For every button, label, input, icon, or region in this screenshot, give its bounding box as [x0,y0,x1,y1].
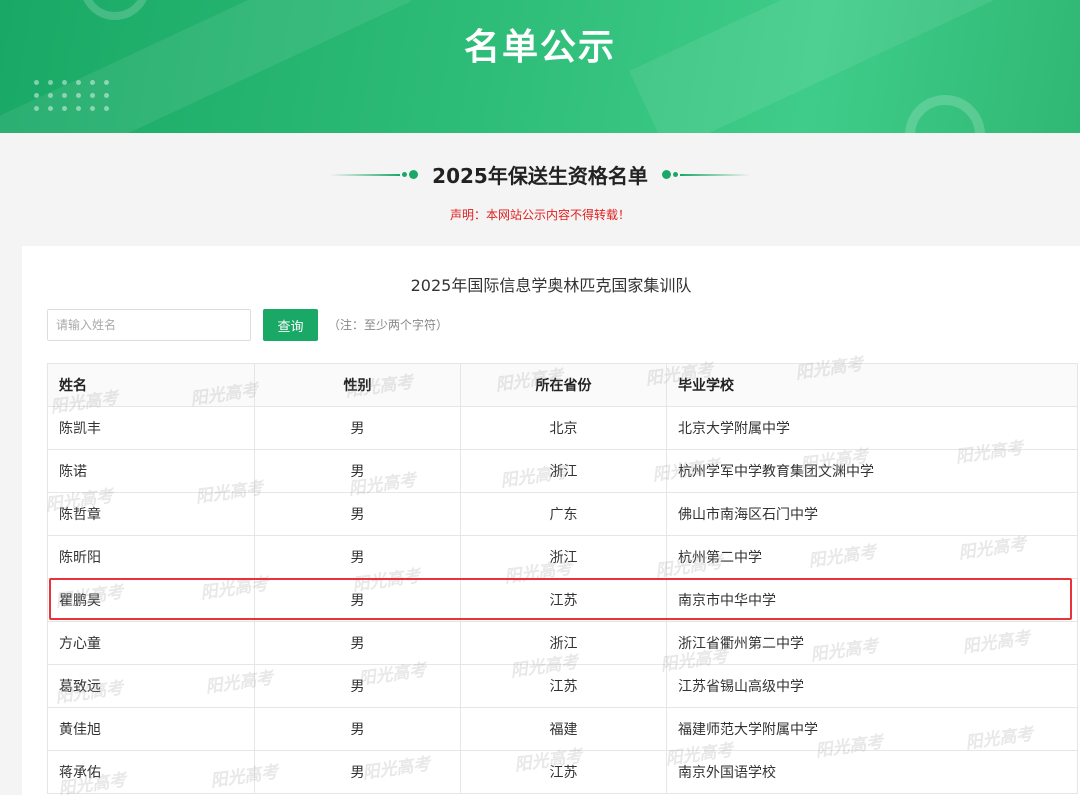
cell-gender: 男 [254,621,461,665]
list-panel: 2025年国际信息学奥林匹克国家集训队 查询 （注：至少两个字符） 姓名 性别 … [22,246,1080,795]
cell-name: 蒋承佑 [47,750,255,794]
cell-province: 江苏 [460,750,667,794]
table-row-highlighted[interactable]: 瞿鹏昊 男 江苏 南京市中华中学 [47,578,1078,622]
header-province[interactable]: 所在省份 [460,363,667,407]
results-table: 姓名 性别 所在省份 毕业学校 陈凯丰 男 北京 北京大学附属中学 陈诺 男 浙… [47,363,1078,794]
cell-school: 南京外国语学校 [666,750,1078,794]
cell-school: 杭州学军中学教育集团文渊中学 [666,449,1078,493]
cell-gender: 男 [254,406,461,450]
banner-dots-decoration [34,80,110,111]
cell-province: 福建 [460,707,667,751]
table-row[interactable]: 黄佳旭 男 福建 福建师范大学附属中学 [47,707,1078,751]
cell-gender: 男 [254,750,461,794]
cell-name: 陈凯丰 [47,406,255,450]
cell-province: 江苏 [460,578,667,622]
cell-school: 佛山市南海区石门中学 [666,492,1078,536]
table-row[interactable]: 葛致远 男 江苏 江苏省锡山高级中学 [47,664,1078,708]
cell-name: 方心童 [47,621,255,665]
cell-gender: 男 [254,535,461,579]
table-row[interactable]: 陈昕阳 男 浙江 杭州第二中学 [47,535,1078,579]
title-right-ornament [661,170,750,179]
header-gender[interactable]: 性别 [254,363,461,407]
cell-name: 陈昕阳 [47,535,255,579]
title-left-ornament [330,170,419,179]
cell-school: 福建师范大学附属中学 [666,707,1078,751]
table-row[interactable]: 陈诺 男 浙江 杭州学军中学教育集团文渊中学 [47,449,1078,493]
table-header-row: 姓名 性别 所在省份 毕业学校 [47,363,1078,407]
cell-gender: 男 [254,578,461,622]
table-row[interactable]: 陈哲章 男 广东 佛山市南海区石门中学 [47,492,1078,536]
cell-province: 浙江 [460,449,667,493]
panel-title: 2025年国际信息学奥林匹克国家集训队 [410,276,692,295]
cell-name: 陈哲章 [47,492,255,536]
banner-title: 名单公示 [463,27,616,68]
copyright-notice: 声明：本网站公示内容不得转载！ [449,208,630,222]
cell-school: 江苏省锡山高级中学 [666,664,1078,708]
table-row[interactable]: 方心童 男 浙江 浙江省衢州第二中学 [47,621,1078,665]
cell-name: 葛致远 [47,664,255,708]
name-search-input[interactable] [47,309,251,341]
cell-school: 浙江省衢州第二中学 [666,621,1078,665]
cell-province: 浙江 [460,621,667,665]
cell-province: 广东 [460,492,667,536]
banner-ring-decoration [905,95,985,133]
header-name[interactable]: 姓名 [47,363,255,407]
section-header: 2025年保送生资格名单 [0,160,1080,189]
cell-gender: 男 [254,449,461,493]
banner-ring-decoration [80,0,150,20]
table-row[interactable]: 陈凯丰 男 北京 北京大学附属中学 [47,406,1078,450]
cell-school: 南京市中华中学 [666,578,1078,622]
table-row[interactable]: 蒋承佑 男 江苏 南京外国语学校 [47,750,1078,794]
page-banner: 名单公示 [0,0,1080,133]
search-note: （注：至少两个字符） [328,318,449,332]
cell-gender: 男 [254,492,461,536]
cell-name: 陈诺 [47,449,255,493]
cell-school: 杭州第二中学 [666,535,1078,579]
cell-name: 瞿鹏昊 [47,578,255,622]
cell-province: 浙江 [460,535,667,579]
header-school[interactable]: 毕业学校 [666,363,1078,407]
cell-province: 北京 [460,406,667,450]
cell-gender: 男 [254,707,461,751]
cell-school: 北京大学附属中学 [666,406,1078,450]
cell-gender: 男 [254,664,461,708]
search-button[interactable]: 查询 [263,309,318,341]
section-title: 2025年保送生资格名单 [432,164,648,188]
cell-name: 黄佳旭 [47,707,255,751]
cell-province: 江苏 [460,664,667,708]
